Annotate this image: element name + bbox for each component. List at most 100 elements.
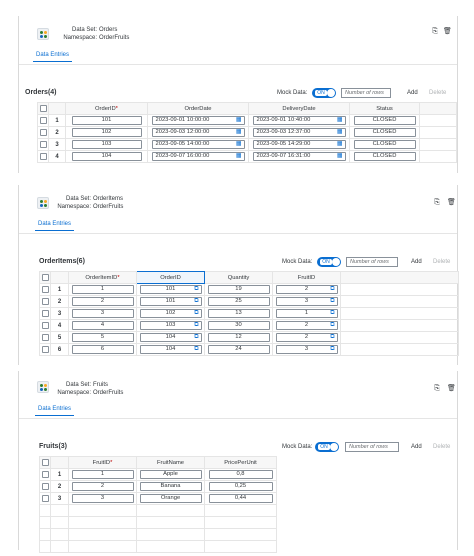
column-header[interactable]: OrderDate — [147, 102, 249, 115]
quantity-field[interactable]: 12 — [207, 333, 270, 342]
value-help-icon[interactable]: ⧉ — [194, 346, 198, 353]
quantity-field[interactable]: 13 — [207, 309, 270, 318]
orderitem-id-field[interactable]: 4 — [71, 321, 134, 330]
delivery-date-field[interactable]: 2023-09-01 10:40:00 ▦ — [252, 116, 346, 125]
delete-button[interactable]: Delete — [433, 259, 450, 265]
column-header[interactable]: FruitID — [272, 271, 341, 284]
trash-icon[interactable]: 🗑 — [443, 28, 452, 36]
order-id-field[interactable]: 103 ⧉ — [139, 321, 202, 330]
value-help-icon[interactable]: ⧉ — [194, 286, 198, 293]
column-header[interactable]: Quantity — [204, 271, 273, 284]
delivery-date-field[interactable]: 2023-09-03 12:37:00 ▦ — [252, 128, 346, 137]
export-icon[interactable]: ⎘ — [431, 28, 439, 36]
column-header[interactable]: FruitID* — [68, 456, 137, 469]
calendar-icon[interactable]: ▦ — [236, 117, 242, 124]
fruit-id-field[interactable]: 3 ⧉ — [275, 345, 338, 354]
value-help-icon[interactable]: ⧉ — [330, 310, 334, 317]
fruit-name-field[interactable]: Banana — [139, 482, 202, 491]
delivery-date-field[interactable]: 2023-09-07 16:31:00 ▦ — [252, 152, 346, 161]
value-help-icon[interactable]: ⧉ — [194, 322, 198, 329]
price-per-unit-field[interactable]: 0,25 — [208, 482, 273, 491]
column-header[interactable]: FruitName — [136, 456, 205, 469]
delete-button[interactable]: Delete — [429, 90, 446, 96]
column-header[interactable]: PricePerUnit — [204, 456, 277, 469]
orderitem-id-field[interactable]: 6 — [71, 345, 134, 354]
export-icon[interactable]: ⎘ — [433, 199, 441, 207]
status-field[interactable]: CLOSED — [353, 128, 416, 137]
tab-data-entries[interactable]: Data Entries — [33, 52, 73, 62]
orderitem-id-field[interactable]: 1 — [71, 285, 134, 294]
calendar-icon[interactable]: ▦ — [337, 129, 343, 136]
value-help-icon[interactable]: ⧉ — [330, 322, 334, 329]
quantity-field[interactable]: 24 — [207, 345, 270, 354]
row-checkbox[interactable] — [41, 309, 49, 317]
order-id-field[interactable]: 104 — [71, 152, 142, 161]
value-help-icon[interactable]: ⧉ — [330, 298, 334, 305]
price-per-unit-field[interactable]: 0,44 — [208, 494, 273, 503]
order-date-field[interactable]: 2023-09-03 12:00:00 ▦ — [151, 128, 245, 137]
row-checkbox[interactable] — [39, 152, 47, 160]
fruit-name-field[interactable]: Orange — [139, 494, 202, 503]
row-checkbox[interactable] — [41, 333, 49, 341]
fruit-id-field[interactable]: 2 — [71, 482, 134, 491]
quantity-field[interactable]: 19 — [207, 285, 270, 294]
number-of-rows-input[interactable]: Number of rows — [345, 442, 399, 452]
row-checkbox[interactable] — [41, 470, 49, 478]
mock-data-toggle[interactable]: ON — [312, 88, 336, 98]
calendar-icon[interactable]: ▦ — [337, 117, 343, 124]
column-header[interactable]: DeliveryDate — [248, 102, 350, 115]
calendar-icon[interactable]: ▦ — [337, 141, 343, 148]
fruit-id-field[interactable]: 2 ⧉ — [275, 333, 338, 342]
price-per-unit-field[interactable]: 0,8 — [208, 470, 273, 479]
delete-button[interactable]: Delete — [433, 444, 450, 450]
order-id-field[interactable]: 102 ⧉ — [139, 309, 202, 318]
value-help-icon[interactable]: ⧉ — [330, 334, 334, 341]
fruit-name-field[interactable]: Apple — [139, 470, 202, 479]
trash-icon[interactable]: 🗑 — [447, 385, 456, 393]
fruit-id-field[interactable]: 3 — [71, 494, 134, 503]
order-id-field[interactable]: 101 ⧉ — [139, 285, 202, 294]
fruit-id-field[interactable]: 1 — [71, 470, 134, 479]
column-header[interactable]: Status — [349, 102, 420, 115]
row-checkbox[interactable] — [41, 345, 49, 353]
row-checkbox[interactable] — [41, 297, 49, 305]
calendar-icon[interactable]: ▦ — [236, 153, 242, 160]
fruit-id-field[interactable]: 3 ⧉ — [275, 297, 338, 306]
calendar-icon[interactable]: ▦ — [236, 129, 242, 136]
order-id-field[interactable]: 104 ⧉ — [139, 333, 202, 342]
row-checkbox[interactable] — [39, 116, 47, 124]
row-checkbox[interactable] — [41, 321, 49, 329]
row-checkbox[interactable] — [41, 482, 49, 490]
calendar-icon[interactable]: ▦ — [236, 141, 242, 148]
order-id-field[interactable]: 104 ⧉ — [139, 345, 202, 354]
row-checkbox[interactable] — [41, 285, 49, 293]
quantity-field[interactable]: 30 — [207, 321, 270, 330]
value-help-icon[interactable]: ⧉ — [194, 298, 198, 305]
value-help-icon[interactable]: ⧉ — [194, 334, 198, 341]
order-id-field[interactable]: 101 — [71, 116, 142, 125]
value-help-icon[interactable]: ⧉ — [194, 310, 198, 317]
status-field[interactable]: CLOSED — [353, 152, 416, 161]
select-all-checkbox[interactable] — [41, 273, 49, 281]
column-header[interactable]: OrderID* — [65, 102, 148, 115]
trash-icon[interactable]: 🗑 — [447, 199, 456, 207]
delivery-date-field[interactable]: 2023-09-05 14:29:00 ▦ — [252, 140, 346, 149]
tab-data-entries[interactable]: Data Entries — [35, 406, 75, 416]
order-id-field[interactable]: 102 — [71, 128, 142, 137]
add-button[interactable]: Add — [411, 259, 422, 265]
order-date-field[interactable]: 2023-09-01 10:00:00 ▦ — [151, 116, 245, 125]
order-id-field[interactable]: 103 — [71, 140, 142, 149]
add-button[interactable]: Add — [407, 90, 418, 96]
order-date-field[interactable]: 2023-09-07 16:00:00 ▦ — [151, 152, 245, 161]
row-checkbox[interactable] — [41, 494, 49, 502]
select-all-checkbox[interactable] — [39, 104, 47, 112]
mock-data-toggle[interactable]: ON — [315, 442, 339, 452]
fruit-id-field[interactable]: 2 ⧉ — [275, 285, 338, 294]
column-header[interactable]: OrderItemID* — [68, 271, 137, 284]
status-field[interactable]: CLOSED — [353, 140, 416, 149]
number-of-rows-input[interactable]: Number of rows — [341, 88, 391, 98]
value-help-icon[interactable]: ⧉ — [330, 346, 334, 353]
select-all-checkbox[interactable] — [41, 458, 49, 466]
row-checkbox[interactable] — [39, 128, 47, 136]
value-help-icon[interactable]: ⧉ — [330, 286, 334, 293]
